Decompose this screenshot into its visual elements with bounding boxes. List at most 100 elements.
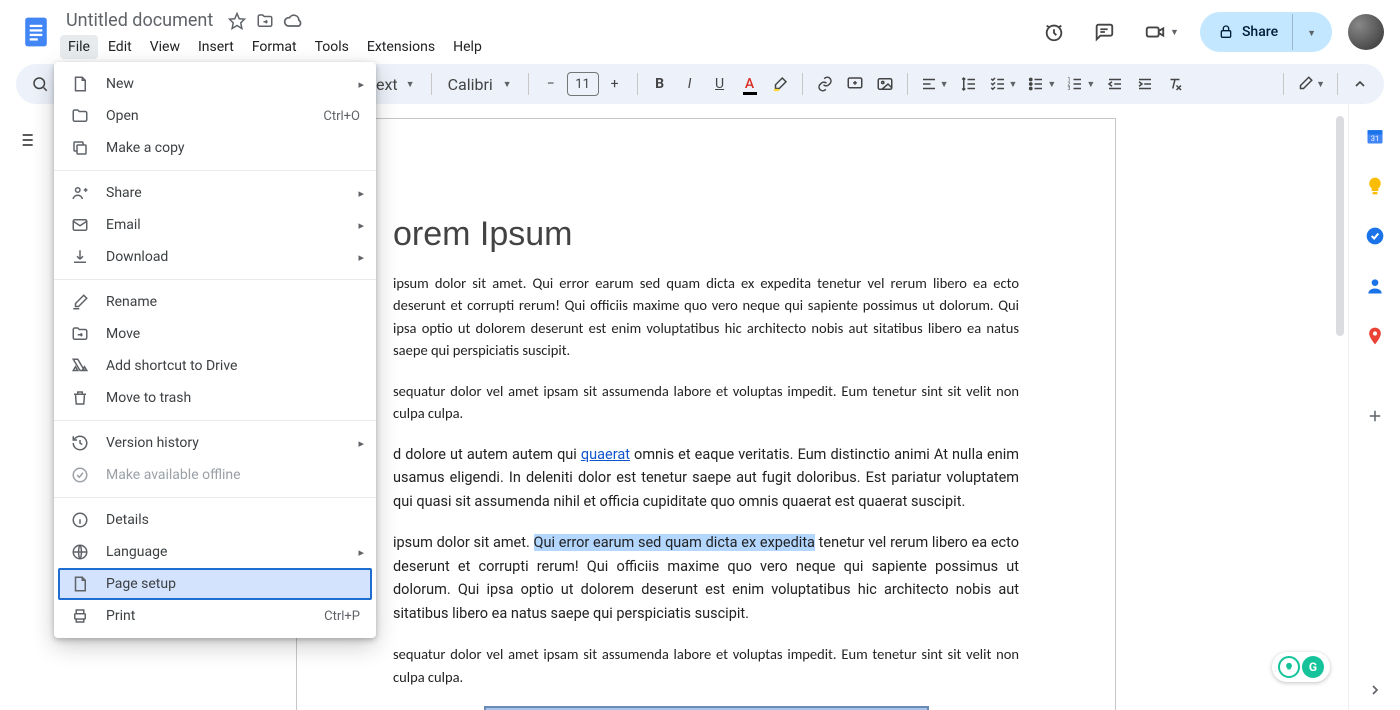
scrollbar[interactable]	[1336, 116, 1346, 710]
menu-help[interactable]: Help	[445, 35, 490, 59]
italic-icon[interactable]: I	[676, 70, 704, 98]
maps-icon[interactable]	[1355, 318, 1395, 354]
outline-toggle-icon[interactable]	[8, 122, 44, 158]
grammarly-badge[interactable]: G	[1272, 652, 1330, 682]
menu-item-email[interactable]: Email ▸	[54, 209, 376, 241]
caret-icon: ▼	[406, 79, 415, 90]
menu-extensions[interactable]: Extensions	[359, 35, 443, 59]
menu-item-offline: Make available offline	[54, 459, 376, 491]
menu-item-move[interactable]: Move	[54, 318, 376, 350]
checklist-icon[interactable]: ▼	[985, 70, 1022, 98]
clear-formatting-icon[interactable]	[1161, 70, 1189, 98]
comments-icon[interactable]	[1084, 12, 1124, 52]
account-avatar[interactable]	[1348, 14, 1384, 50]
get-addons-icon[interactable]	[1355, 398, 1395, 434]
separator	[802, 73, 803, 95]
history-icon	[70, 433, 90, 453]
header-right: ▼ Share ▼	[1034, 8, 1384, 52]
star-icon[interactable]	[227, 11, 247, 31]
font-dropdown[interactable]: Calibri▼	[440, 70, 520, 98]
menu-separator	[54, 497, 376, 498]
menu-format[interactable]: Format	[244, 35, 305, 59]
language-icon	[70, 542, 90, 562]
search-menus-icon[interactable]	[26, 70, 54, 98]
cloud-saved-icon[interactable]	[283, 11, 303, 31]
menu-item-language[interactable]: Language ▸	[54, 536, 376, 568]
submenu-arrow-icon: ▸	[358, 251, 364, 264]
page-setup-icon	[70, 574, 90, 594]
text-color-icon[interactable]: A	[736, 70, 764, 98]
menu-item-open[interactable]: Open Ctrl+O	[54, 100, 376, 132]
hide-sidepanel-icon[interactable]	[1355, 670, 1395, 710]
insert-image-icon[interactable]	[871, 70, 899, 98]
menu-file[interactable]: File	[60, 35, 98, 59]
menu-item-make-copy[interactable]: Make a copy	[54, 132, 376, 164]
left-rail	[0, 104, 52, 710]
menu-item-move-to-trash[interactable]: Move to trash	[54, 382, 376, 414]
doc-heading[interactable]: orem Ipsum	[393, 215, 1019, 254]
tasks-icon[interactable]	[1355, 218, 1395, 254]
title-area: Untitled document File Edit View Insert …	[56, 8, 1034, 59]
paragraph[interactable]: d dolore ut autem autem qui quaerat omni…	[393, 443, 1019, 513]
page[interactable]: orem Ipsum ipsum dolor sit amet. Qui err…	[296, 118, 1116, 710]
meet-icon[interactable]: ▼	[1134, 12, 1190, 52]
contacts-icon[interactable]	[1355, 268, 1395, 304]
menu-item-share[interactable]: Share ▸	[54, 177, 376, 209]
document-title[interactable]: Untitled document	[60, 8, 219, 33]
insert-link-icon[interactable]	[811, 70, 839, 98]
menu-insert[interactable]: Insert	[190, 35, 242, 59]
share-label: Share	[1242, 24, 1278, 40]
editing-mode-icon[interactable]: ▼	[1292, 70, 1329, 98]
paragraph[interactable]: sequatur dolor vel amet ipsam sit assume…	[393, 380, 1019, 425]
menu-edit[interactable]: Edit	[100, 35, 140, 59]
submenu-arrow-icon: ▸	[358, 546, 364, 559]
menu-item-details[interactable]: Details	[54, 504, 376, 536]
separator	[431, 73, 432, 95]
paragraph[interactable]: sequatur dolor vel amet ipsam sit assume…	[393, 643, 1019, 688]
last-edit-icon[interactable]	[1034, 12, 1074, 52]
link[interactable]: quaerat	[581, 446, 630, 463]
decrease-indent-icon[interactable]	[1101, 70, 1129, 98]
collapse-toolbar-icon[interactable]	[1346, 70, 1374, 98]
menu-item-page-setup[interactable]: Page setup	[58, 568, 372, 600]
keep-icon[interactable]	[1355, 168, 1395, 204]
move-folder-icon[interactable]	[255, 11, 275, 31]
menu-item-add-shortcut[interactable]: Add shortcut to Drive	[54, 350, 376, 382]
copy-icon	[70, 138, 90, 158]
paragraph[interactable]: ipsum dolor sit amet. Qui error earum se…	[393, 272, 1019, 362]
menu-view[interactable]: View	[142, 35, 188, 59]
styles-dropdown[interactable]: ext▼	[368, 70, 423, 98]
share-caret-icon[interactable]: ▼	[1292, 14, 1324, 50]
highlight-icon[interactable]	[766, 70, 794, 98]
svg-text:31: 31	[1370, 134, 1378, 143]
menu-item-print[interactable]: Print Ctrl+P	[54, 600, 376, 632]
line-spacing-icon[interactable]	[955, 70, 983, 98]
numbered-list-icon[interactable]: 123▼	[1062, 70, 1099, 98]
share-button[interactable]: Share ▼	[1200, 12, 1332, 52]
add-comment-icon[interactable]	[841, 70, 869, 98]
menu-item-download[interactable]: Download ▸	[54, 241, 376, 273]
selected-text[interactable]: Qui error earum sed quam dicta ex expedi…	[534, 534, 815, 551]
separator	[1337, 73, 1338, 95]
menu-item-rename[interactable]: Rename	[54, 286, 376, 318]
bold-icon[interactable]: B	[646, 70, 674, 98]
email-icon	[70, 215, 90, 235]
share-icon	[70, 183, 90, 203]
submenu-arrow-icon: ▸	[358, 78, 364, 91]
svg-text:3: 3	[1068, 86, 1071, 92]
bulleted-list-icon[interactable]: ▼	[1023, 70, 1060, 98]
increase-indent-icon[interactable]	[1131, 70, 1159, 98]
increase-font-icon[interactable]: +	[601, 70, 629, 98]
calendar-icon[interactable]: 31	[1355, 118, 1395, 154]
docs-logo[interactable]	[16, 8, 56, 50]
menu-tools[interactable]: Tools	[307, 35, 357, 59]
paragraph[interactable]: ipsum dolor sit amet. Qui error earum se…	[393, 531, 1019, 625]
font-size-input[interactable]: 11	[567, 72, 599, 96]
menu-item-new[interactable]: New ▸	[54, 68, 376, 100]
underline-icon[interactable]: U	[706, 70, 734, 98]
decrease-font-icon[interactable]: −	[537, 70, 565, 98]
menu-item-version-history[interactable]: Version history ▸	[54, 427, 376, 459]
inline-image[interactable]	[484, 706, 929, 710]
align-icon[interactable]: ▼	[916, 70, 953, 98]
separator	[1283, 73, 1284, 95]
